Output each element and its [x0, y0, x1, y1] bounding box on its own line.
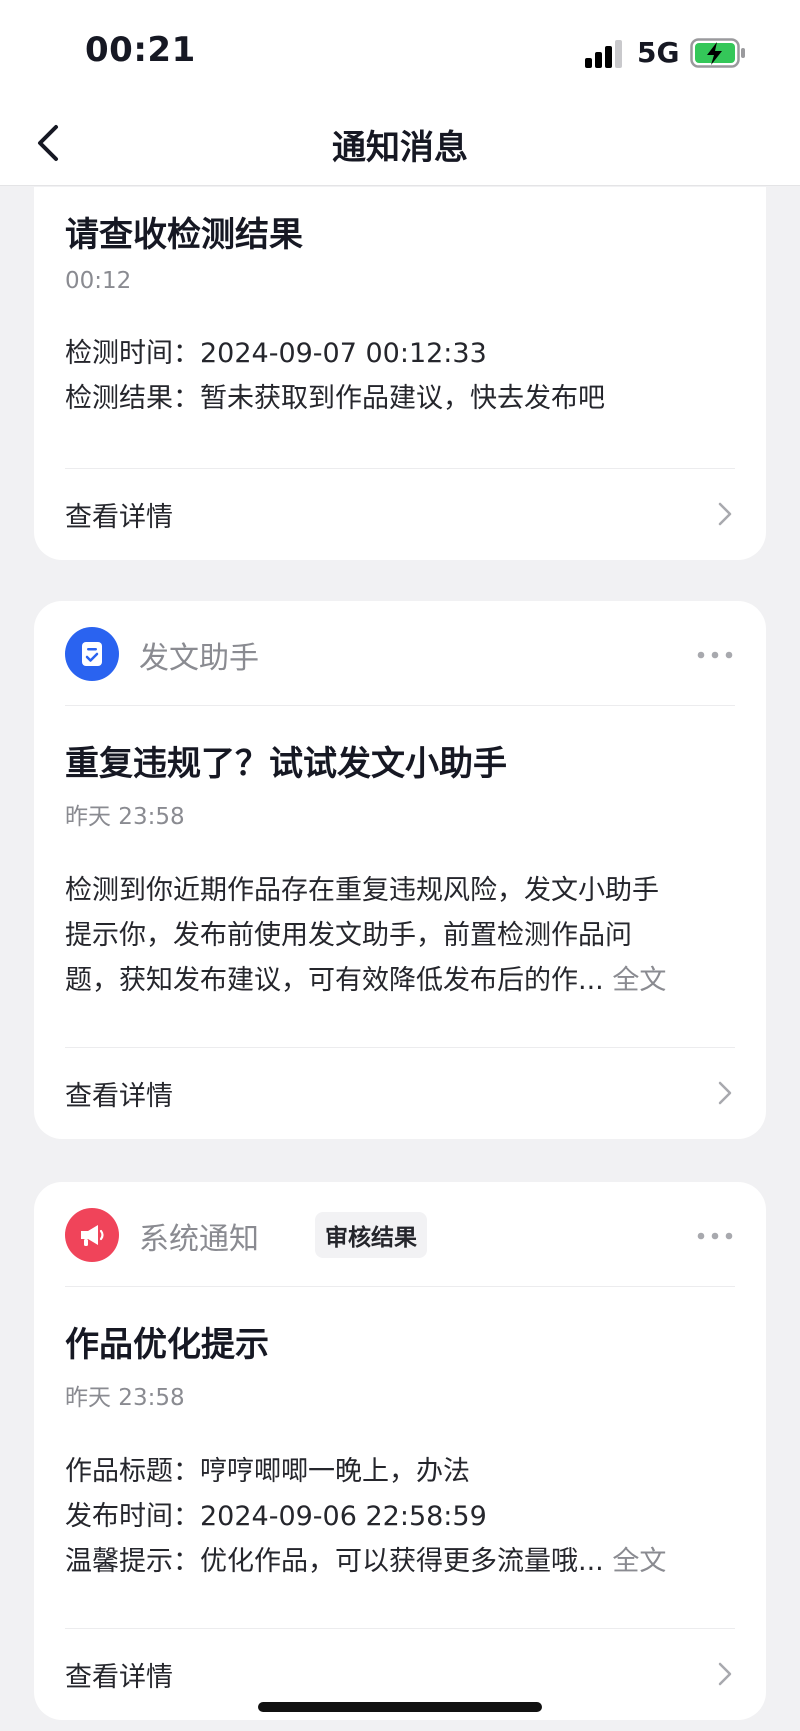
review-result-tag: 审核结果 — [315, 1212, 427, 1258]
message-line: 作品标题：哼哼唧唧一晚上，办法 — [65, 1456, 470, 1487]
document-check-icon — [65, 627, 119, 681]
chevron-right-icon — [718, 502, 732, 526]
notification-card-system: 系统通知 审核结果 作品优化提示 昨天 23:58 作品标题：哼哼唧唧一晚上，办… — [34, 1182, 766, 1720]
card-body: 重复违规了？试试发文小助手 昨天 23:58 检测到你近期作品存在重复违规风险，… — [65, 706, 735, 1003]
message-body: 检测到你近期作品存在重复违规风险，发文小助手 提示你，发布前使用发文助手，前置检… — [65, 868, 735, 1003]
view-details-label: 查看详情 — [65, 1662, 173, 1693]
message-line: 检测结果：暂未获取到作品建议，快去发布吧 — [65, 383, 605, 414]
message-title: 作品优化提示 — [65, 1325, 269, 1365]
battery-icon — [690, 38, 745, 68]
status-bar: 00:21 5G — [0, 0, 800, 100]
view-details-label: 查看详情 — [65, 1081, 173, 1112]
message-line-text: 温馨提示：优化作品，可以获得更多流量哦... — [65, 1546, 604, 1577]
chevron-right-icon — [718, 1081, 732, 1105]
megaphone-icon — [65, 1208, 119, 1262]
page-title: 通知消息 — [332, 128, 468, 168]
more-icon[interactable] — [695, 637, 735, 673]
message-body: 检测时间：2024-09-07 00:12:33 检测结果：暂未获取到作品建议，… — [65, 331, 735, 421]
status-time: 00:21 — [85, 30, 196, 70]
sender-name: 发文助手 — [139, 641, 259, 676]
message-line-text: 题，获知发布建议，可有效降低发布后的作... — [65, 965, 604, 996]
message-line: 题，获知发布建议，可有效降低发布后的作... 全文 — [65, 958, 735, 1003]
message-title: 请查收检测结果 — [65, 215, 303, 255]
message-time: 00:12 — [65, 268, 132, 294]
message-line: 温馨提示：优化作品，可以获得更多流量哦... 全文 — [65, 1539, 735, 1584]
message-line: 检测时间：2024-09-07 00:12:33 — [65, 338, 487, 369]
view-details-label: 查看详情 — [65, 502, 173, 533]
card-header: 发文助手 — [65, 601, 735, 706]
chevron-right-icon — [718, 1662, 732, 1686]
network-label: 5G — [637, 36, 680, 69]
notification-card-detection: 请查收检测结果 00:12 检测时间：2024-09-07 00:12:33 检… — [34, 187, 766, 560]
nav-bar: 通知消息 — [0, 100, 800, 186]
card-body: 作品优化提示 昨天 23:58 作品标题：哼哼唧唧一晚上，办法 发布时间：202… — [65, 1287, 735, 1584]
sender-name: 系统通知 — [139, 1222, 259, 1257]
view-details-row[interactable]: 查看详情 — [65, 468, 735, 560]
message-time: 昨天 23:58 — [65, 1385, 185, 1411]
message-line: 检测到你近期作品存在重复违规风险，发文小助手 — [65, 875, 659, 906]
notification-feed[interactable]: 请查收检测结果 00:12 检测时间：2024-09-07 00:12:33 检… — [0, 187, 800, 1731]
message-time: 昨天 23:58 — [65, 804, 185, 830]
message-body: 作品标题：哼哼唧唧一晚上，办法 发布时间：2024-09-06 22:58:59… — [65, 1449, 735, 1584]
message-line: 发布时间：2024-09-06 22:58:59 — [65, 1501, 487, 1532]
more-icon[interactable] — [695, 1218, 735, 1254]
full-text-link[interactable]: 全文 — [612, 965, 666, 996]
view-details-row[interactable]: 查看详情 — [65, 1047, 735, 1139]
message-line: 提示你，发布前使用发文助手，前置检测作品问 — [65, 920, 632, 951]
message-title: 重复违规了？试试发文小助手 — [65, 744, 507, 784]
card-body: 请查收检测结果 00:12 检测时间：2024-09-07 00:12:33 检… — [65, 187, 735, 421]
signal-icon — [585, 40, 622, 68]
full-text-link[interactable]: 全文 — [612, 1546, 666, 1577]
card-header: 系统通知 审核结果 — [65, 1182, 735, 1287]
home-indicator[interactable] — [258, 1702, 542, 1712]
notification-card-assistant: 发文助手 重复违规了？试试发文小助手 昨天 23:58 检测到你近期作品存在重复… — [34, 601, 766, 1139]
